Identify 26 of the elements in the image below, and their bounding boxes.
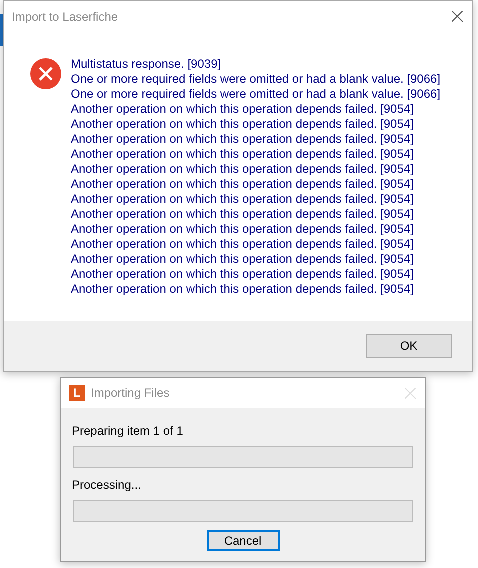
error-message: One or more required fields were omitted or had a blank value. [9066] xyxy=(71,87,441,102)
status-label: Processing... xyxy=(72,477,142,494)
error-message: Another operation on which this operation depends failed. [9054] xyxy=(71,192,415,207)
ok-button[interactable]: OK xyxy=(366,334,452,358)
error-message: Another operation on which this operation depends failed. [9054] xyxy=(71,267,415,282)
error-message: Another operation on which this operation depends failed. [9054] xyxy=(71,282,415,297)
error-message: Another operation on which this operation depends failed. [9054] xyxy=(71,237,415,252)
error-message: Another operation on which this operation depends failed. [9054] xyxy=(71,117,415,132)
error-message: One or more required fields were omitted or had a blank value. [9066] xyxy=(71,72,441,87)
cancel-button[interactable]: Cancel xyxy=(206,530,280,551)
status-label: Preparing item 1 of 1 xyxy=(72,423,184,440)
error-icon xyxy=(30,58,62,90)
error-message: Another operation on which this operation depends failed. [9054] xyxy=(71,132,415,147)
window-title: Importing Files xyxy=(91,385,170,402)
error-message: Another operation on which this operation depends failed. [9054] xyxy=(71,162,415,177)
error-message: Another operation on which this operation depends failed. [9054] xyxy=(71,102,415,117)
close-icon xyxy=(404,388,416,398)
error-message: Multistatus response. [9039] xyxy=(71,57,222,72)
error-message: Another operation on which this operation depends failed. [9054] xyxy=(71,252,415,267)
app-icon: L xyxy=(69,385,85,401)
error-message: Another operation on which this operation depends failed. [9054] xyxy=(71,207,415,222)
close-icon xyxy=(452,11,462,22)
window-title: Import to Laserfiche xyxy=(12,8,118,26)
error-message: Another operation on which this operation depends failed. [9054] xyxy=(71,177,415,192)
error-message: Another operation on which this operation depends failed. [9054] xyxy=(71,222,415,237)
error-message: Another operation on which this operation depends failed. [9054] xyxy=(71,147,415,162)
